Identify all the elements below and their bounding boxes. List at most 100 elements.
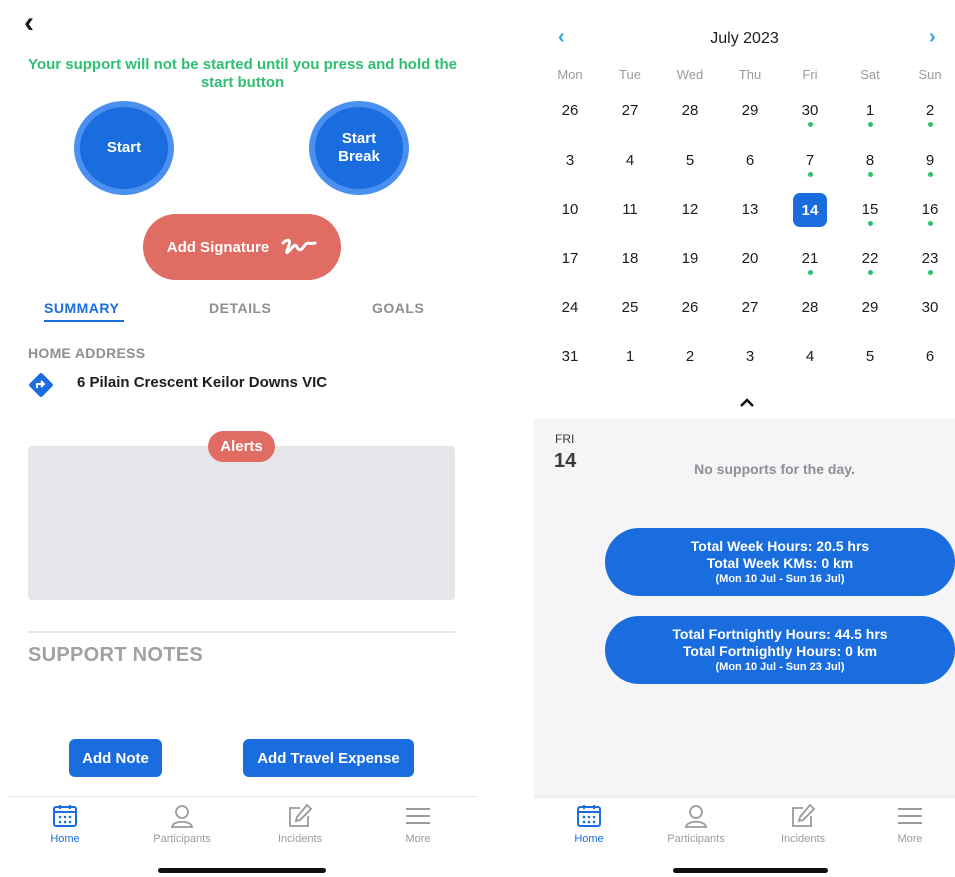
calendar-day[interactable]: 22 — [840, 250, 900, 275]
tab-more[interactable]: More — [378, 803, 458, 845]
calendar-day[interactable]: 20 — [720, 250, 780, 267]
calendar-day-number: 26 — [681, 299, 699, 316]
calendar-day[interactable]: 7 — [780, 152, 840, 177]
add-travel-expense-button[interactable]: Add Travel Expense — [243, 739, 414, 777]
calendar-day[interactable]: 5 — [660, 152, 720, 169]
calendar-day-number: 28 — [801, 299, 819, 316]
calendar-day-number: 12 — [681, 201, 699, 218]
calendar-day[interactable]: 30 — [900, 299, 955, 316]
calendar-day[interactable]: 16 — [900, 201, 955, 226]
directions-icon[interactable] — [28, 372, 53, 397]
person-icon — [684, 805, 708, 828]
tab-participants[interactable]: Participants — [142, 803, 222, 845]
calendar-day[interactable]: 19 — [660, 250, 720, 267]
calendar-day-number: 5 — [685, 152, 695, 169]
event-dot — [927, 172, 933, 177]
tab-incidents[interactable]: Incidents — [260, 803, 340, 845]
calendar-day[interactable]: 18 — [600, 250, 660, 267]
add-note-button[interactable]: Add Note — [69, 739, 162, 777]
tab-home[interactable]: Home — [549, 803, 629, 845]
add-signature-button[interactable]: Add Signature — [143, 214, 341, 280]
calendar-day-number: 24 — [561, 299, 579, 316]
calendar-day[interactable]: 3 — [720, 348, 780, 365]
calendar-day[interactable]: 6 — [900, 348, 955, 365]
fortnight-kms: Total Fortnightly Hours: 0 km — [682, 643, 878, 659]
event-dot — [927, 122, 933, 127]
alerts-badge: Alerts — [208, 431, 275, 462]
calendar-day-number: 8 — [865, 152, 875, 169]
calendar-day-number: 23 — [921, 250, 939, 267]
fortnight-range: (Mon 10 Jul - Sun 23 Jul) — [715, 661, 845, 673]
calendar-day[interactable]: 15 — [840, 201, 900, 226]
calendar-day-number: 1 — [625, 348, 635, 365]
calendar-day[interactable]: 26 — [540, 102, 600, 119]
calendar-day[interactable]: 24 — [540, 299, 600, 316]
calendar-day[interactable]: 27 — [600, 102, 660, 119]
start-break-button[interactable]: Start Break — [309, 101, 409, 195]
calendar-day[interactable]: 17 — [540, 250, 600, 267]
next-month-button[interactable]: › — [929, 26, 936, 49]
tab-more[interactable]: More — [870, 803, 950, 845]
calendar-header: ‹ July 2023 › — [534, 26, 955, 50]
event-dot — [807, 122, 813, 127]
calendar-day[interactable]: 21 — [780, 250, 840, 275]
calendar-day[interactable]: 27 — [720, 299, 780, 316]
calendar-day[interactable]: 4 — [600, 152, 660, 169]
calendar-day[interactable]: 2 — [660, 348, 720, 365]
calendar-day[interactable]: 6 — [720, 152, 780, 169]
calendar-day-number: 25 — [621, 299, 639, 316]
calendar-screen: ‹ July 2023 › Mon Tue Wed Thu Fri Sat Sun 26 27… — [534, 0, 955, 877]
calendar-day-number: 17 — [561, 250, 579, 267]
event-dot — [807, 172, 813, 177]
weekday-label: Mon — [557, 67, 583, 82]
tab-goals[interactable]: GOALS — [372, 300, 424, 316]
calendar-day[interactable]: 13 — [720, 201, 780, 218]
calendar-day[interactable]: 1 — [840, 102, 900, 127]
calendar-day[interactable]: 31 — [540, 348, 600, 365]
month-title: July 2023 — [710, 30, 779, 47]
tab-participants[interactable]: Participants — [656, 803, 736, 845]
calendar-day[interactable]: 1 — [600, 348, 660, 365]
calendar-day[interactable]: 28 — [660, 102, 720, 119]
calendar-day-number: 20 — [741, 250, 759, 267]
tab-incidents[interactable]: Incidents — [763, 803, 843, 845]
divider — [28, 631, 455, 633]
calendar-icon — [577, 805, 601, 827]
calendar-day-number: 3 — [565, 152, 575, 169]
calendar-day[interactable]: 9 — [900, 152, 955, 177]
menu-icon — [898, 808, 922, 824]
calendar-day-number: 21 — [801, 250, 819, 267]
tab-summary[interactable]: SUMMARY — [44, 300, 119, 316]
home-indicator — [158, 868, 326, 873]
weekday-label: Thu — [738, 67, 762, 82]
calendar-day-number: 18 — [621, 250, 639, 267]
calendar-day[interactable]: 10 — [540, 201, 600, 218]
tab-home[interactable]: Home — [25, 803, 105, 845]
calendar-day[interactable]: 29 — [720, 102, 780, 119]
calendar-day[interactable]: 4 — [780, 348, 840, 365]
calendar-day[interactable]: 12 — [660, 201, 720, 218]
calendar-day[interactable]: 5 — [840, 348, 900, 365]
calendar-day[interactable]: 29 — [840, 299, 900, 316]
calendar-day[interactable]: 26 — [660, 299, 720, 316]
calendar-day-number: 2 — [925, 102, 935, 119]
collapse-icon[interactable] — [739, 392, 755, 413]
calendar-day[interactable]: 3 — [540, 152, 600, 169]
calendar-day[interactable]: 28 — [780, 299, 840, 316]
fortnight-hours: Total Fortnightly Hours: 44.5 hrs — [672, 626, 888, 642]
calendar-day-selected[interactable]: 14 — [780, 193, 840, 227]
tab-incidents-label: Incidents — [277, 833, 323, 845]
calendar-day[interactable]: 8 — [840, 152, 900, 177]
tab-details[interactable]: DETAILS — [209, 300, 271, 316]
calendar-day[interactable]: 23 — [900, 250, 955, 275]
start-button[interactable]: Start — [74, 101, 174, 195]
calendar-day[interactable]: 11 — [600, 201, 660, 218]
back-button[interactable]: ‹ — [24, 6, 34, 40]
calendar-day[interactable]: 30 — [780, 102, 840, 127]
calendar-day[interactable]: 25 — [600, 299, 660, 316]
calendar-day-number: 7 — [805, 152, 815, 169]
calendar-day[interactable]: 2 — [900, 102, 955, 127]
calendar-day-number: 14 — [793, 193, 827, 227]
calendar-day-number: 27 — [621, 102, 639, 119]
weekday-label: Fri — [802, 67, 818, 82]
